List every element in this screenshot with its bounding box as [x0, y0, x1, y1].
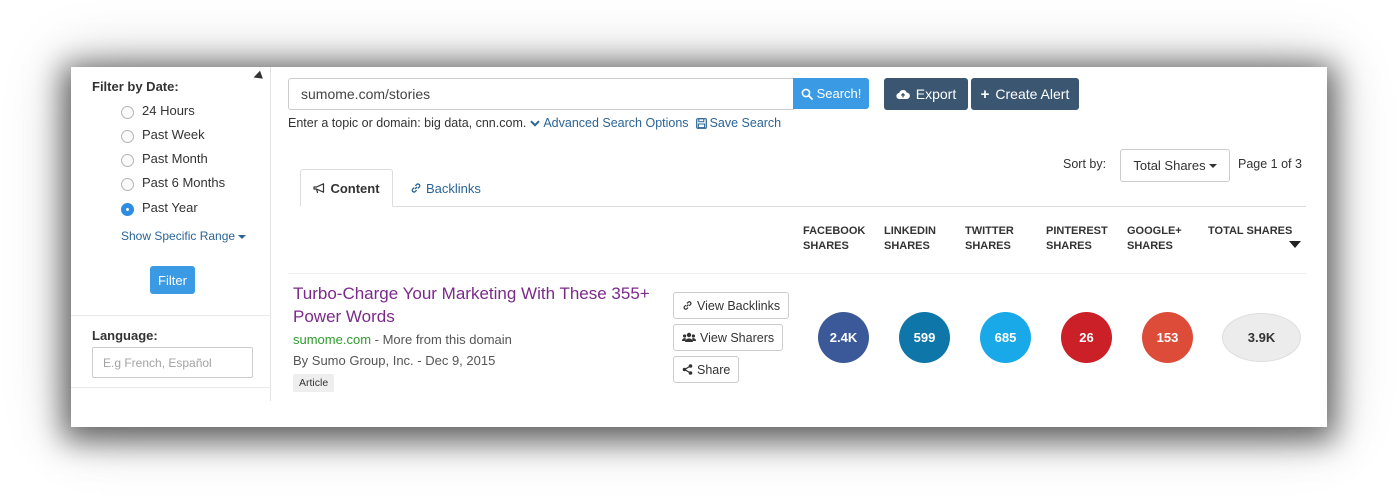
caret-down-icon [1208, 163, 1217, 168]
search-input[interactable] [288, 78, 794, 110]
googleplus-shares-count[interactable]: 153 [1142, 312, 1193, 363]
radio-icon[interactable] [121, 129, 134, 143]
search-button-label: Search! [816, 86, 862, 101]
chevron-down-icon [530, 119, 541, 127]
filter-sidebar: ◀ Filter by Date: 24 Hours Past Week Pas… [71, 67, 271, 401]
link-icon [683, 301, 692, 310]
language-input[interactable] [92, 347, 253, 378]
column-header-facebook[interactable]: FACEBOOK SHARES [803, 224, 865, 254]
column-header-linkedin[interactable]: LINKEDIN SHARES [884, 224, 936, 254]
date-filter-label: Filter by Date: [92, 79, 179, 94]
app-window: ◀ Filter by Date: 24 Hours Past Week Pas… [71, 67, 1327, 427]
language-label: Language: [92, 328, 158, 343]
pinterest-shares-count[interactable]: 26 [1061, 312, 1112, 363]
column-header-total[interactable]: TOTAL SHARES [1208, 224, 1292, 239]
sort-by-label: Sort by: [1063, 157, 1107, 171]
date-option-24-hours[interactable]: 24 Hours [121, 101, 195, 119]
view-backlinks-label: View Backlinks [697, 298, 781, 313]
radio-icon[interactable] [121, 177, 134, 191]
column-header-line: TWITTER [965, 225, 1014, 237]
floppy-disk-icon [695, 117, 707, 129]
tab-backlinks-label: Backlinks [426, 180, 481, 196]
date-option-past-year[interactable]: Past Year [121, 198, 198, 216]
save-search-label: Save Search [709, 116, 782, 130]
date-option-label: 24 Hours [142, 102, 195, 118]
sort-by-dropdown[interactable]: Total Shares [1120, 149, 1230, 182]
export-button-label: Export [915, 86, 957, 102]
search-button[interactable]: Search! [793, 78, 869, 109]
column-header-line: SHARES [1046, 240, 1092, 252]
article-domain-link[interactable]: sumome.com [293, 332, 371, 347]
advanced-search-label: Advanced Search Options [543, 116, 689, 130]
bullhorn-icon [313, 182, 325, 193]
column-header-line: TOTAL SHARES [1208, 225, 1293, 237]
radio-checked-icon[interactable] [121, 202, 134, 216]
share-button[interactable]: Share [673, 356, 740, 383]
facebook-shares-count[interactable]: 2.4K [818, 312, 869, 363]
search-hint-row: Enter a topic or domain: big data, cnn.c… [288, 116, 781, 130]
row-divider [288, 273, 1306, 274]
date-option-label: Past Month [142, 150, 208, 166]
specific-range-label: Show Specific Range [121, 229, 236, 243]
column-header-line: PINTEREST [1046, 225, 1108, 237]
column-header-twitter[interactable]: TWITTER SHARES [965, 224, 1014, 254]
column-header-line: SHARES [884, 240, 930, 252]
create-alert-button[interactable]: + Create Alert [971, 78, 1079, 110]
sidebar-divider [71, 387, 271, 388]
total-shares-count: 3.9K [1222, 313, 1301, 362]
save-search-link[interactable]: Save Search [695, 116, 782, 130]
page-indicator: Page 1 of 3 [1238, 157, 1302, 171]
view-sharers-button[interactable]: View Sharers [673, 324, 784, 351]
date-option-past-6-months[interactable]: Past 6 Months [121, 173, 225, 191]
more-from-domain[interactable]: - More from this domain [371, 332, 512, 347]
article-title-link[interactable]: Turbo-Charge Your Marketing With These 3… [293, 282, 663, 328]
sort-selected-value: Total Shares [1133, 158, 1206, 173]
view-sharers-label: View Sharers [700, 330, 775, 345]
column-header-line: SHARES [803, 240, 849, 252]
plus-icon: + [980, 85, 990, 103]
cloud-upload-icon [896, 89, 910, 99]
users-icon [682, 332, 696, 342]
share-icon [682, 364, 693, 375]
collapse-arrow-icon[interactable]: ◀ [251, 68, 263, 83]
filter-button[interactable]: Filter [150, 266, 195, 294]
advanced-search-link[interactable]: Advanced Search Options [530, 116, 689, 130]
date-option-past-week[interactable]: Past Week [121, 125, 205, 143]
tab-content-label: Content [330, 180, 380, 196]
show-specific-range-link[interactable]: Show Specific Range [121, 229, 247, 243]
column-header-pinterest[interactable]: PINTEREST SHARES [1046, 224, 1108, 254]
column-header-googleplus[interactable]: GOOGLE+ SHARES [1127, 224, 1182, 254]
search-hint: Enter a topic or domain: big data, cnn.c… [288, 116, 527, 130]
article-byline: By Sumo Group, Inc. - Dec 9, 2015 [293, 353, 496, 368]
tab-content[interactable]: Content [300, 169, 393, 207]
sort-descending-icon[interactable] [1289, 241, 1301, 248]
sidebar-divider [71, 315, 271, 316]
linkedin-shares-count[interactable]: 599 [899, 312, 950, 363]
date-option-label: Past Year [142, 199, 198, 215]
date-option-label: Past 6 Months [142, 174, 226, 190]
caret-down-icon [238, 234, 247, 239]
radio-icon[interactable] [121, 153, 134, 167]
view-backlinks-button[interactable]: View Backlinks [673, 292, 790, 319]
share-label: Share [697, 362, 731, 377]
tab-backlinks[interactable]: Backlinks [410, 169, 481, 207]
column-header-line: LINKEDIN [884, 225, 936, 237]
column-header-line: SHARES [965, 240, 1011, 252]
twitter-shares-count[interactable]: 685 [980, 312, 1031, 363]
export-button[interactable]: Export [884, 78, 968, 110]
radio-icon[interactable] [121, 105, 134, 119]
link-icon [411, 183, 421, 193]
search-icon [801, 88, 813, 100]
column-header-line: FACEBOOK [803, 225, 866, 237]
create-alert-button-label: Create Alert [995, 86, 1070, 102]
column-header-line: SHARES [1127, 240, 1173, 252]
date-option-past-month[interactable]: Past Month [121, 149, 208, 167]
article-type-badge: Article [293, 374, 335, 392]
article-domain-line: sumome.com - More from this domain [293, 332, 512, 347]
date-option-label: Past Week [142, 126, 205, 142]
column-header-line: GOOGLE+ [1127, 225, 1182, 237]
